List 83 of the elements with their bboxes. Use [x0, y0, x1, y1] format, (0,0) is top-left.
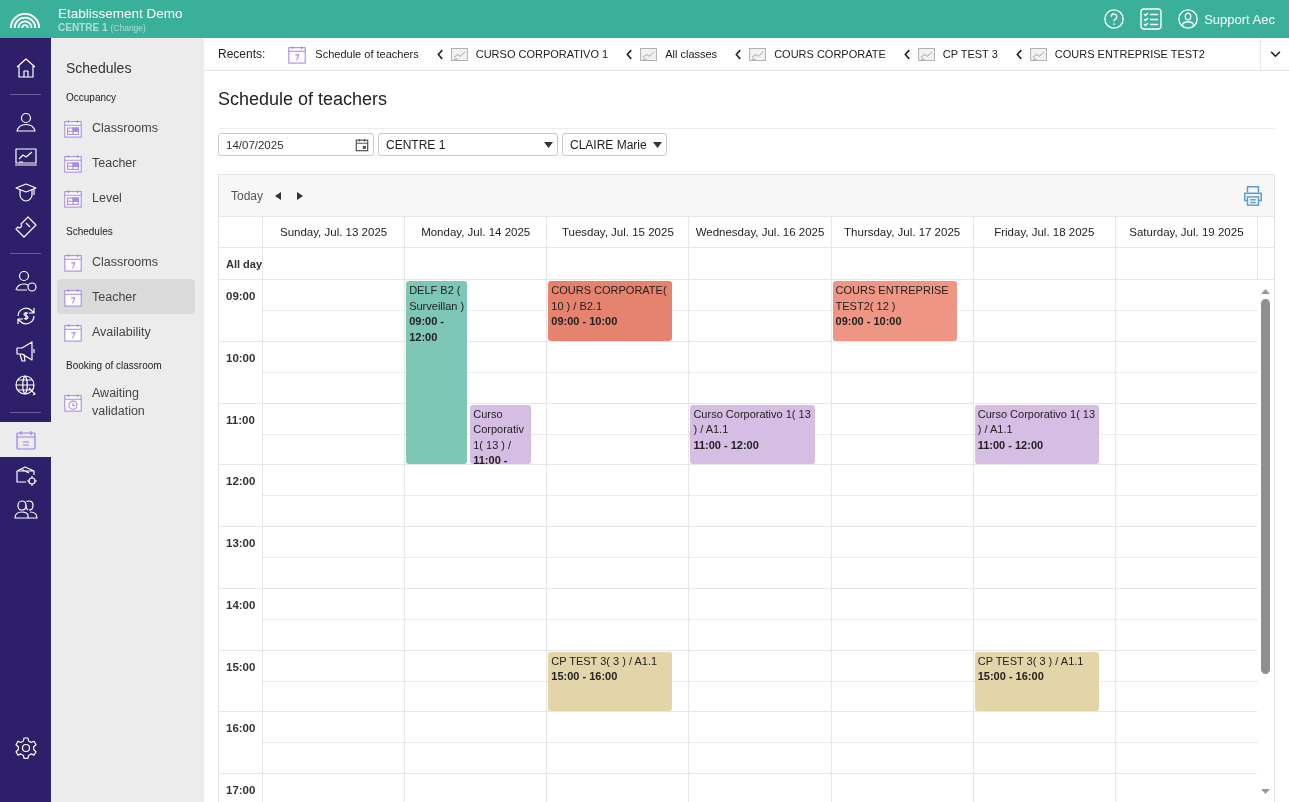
section-heading: Occupancy — [66, 91, 118, 105]
chevron-down-icon — [1269, 50, 1281, 58]
recent-link[interactable]: COURS ENTREPRISE TEST2 — [1029, 47, 1205, 61]
checklist-icon[interactable] — [1139, 7, 1164, 31]
user-icon — [1177, 8, 1200, 30]
calendar-event[interactable]: COURS CORPORATE( 10 ) / B2.1 09:00 - 10:00 — [548, 281, 673, 341]
help-icon[interactable] — [1103, 8, 1126, 30]
caret-icon — [652, 141, 662, 148]
calendar-icon — [355, 137, 369, 152]
chevron-left-icon[interactable] — [903, 48, 911, 60]
user-coin-icon — [13, 268, 38, 293]
day-header: Monday, Jul. 14 2025 — [404, 217, 547, 247]
section-heading: Schedules — [66, 225, 114, 239]
teacher-select[interactable]: CLAIRE Marie — [562, 133, 667, 156]
day-header: Tuesday, Jul. 15 2025 — [546, 217, 689, 247]
page-title: Schedule of teachers — [218, 88, 389, 110]
day-header: Saturday, Jul. 19 2025 — [1114, 217, 1257, 247]
chevron-left-icon[interactable] — [735, 48, 743, 60]
time-label: 13:00 — [226, 537, 256, 549]
calendar-event[interactable]: Curso Corporativo 1( 13 ) / A1.1 11:00 - 12:00 — [690, 404, 815, 465]
ticket-icon — [13, 214, 38, 239]
calendar-event[interactable]: COURS ENTREPRISE TEST2( 12 ) 09:00 - 10:00 — [832, 281, 957, 341]
section-heading: Booking of classroom — [66, 359, 163, 373]
time-label: 15:00 — [226, 660, 256, 673]
chevron-left-icon[interactable] — [1015, 48, 1023, 60]
menu-item[interactable]: Classrooms — [57, 244, 195, 279]
print-icon[interactable] — [1242, 184, 1264, 207]
globe-icon — [13, 373, 38, 398]
chevron-left-icon[interactable] — [436, 48, 444, 60]
menu-item[interactable]: Classrooms — [57, 110, 195, 145]
calendar-grid-icon — [63, 152, 83, 173]
day-header: Wednesday, Jul. 16 2025 — [688, 217, 831, 247]
next-icon[interactable] — [297, 191, 304, 200]
centre-name: CENTRE 1 — [58, 21, 108, 33]
calendar-grid-icon — [63, 117, 83, 138]
time-label: 17:00 — [226, 784, 256, 796]
time-label: 09:00 — [226, 290, 256, 302]
settings-icon — [13, 735, 38, 760]
recent-link[interactable]: CP TEST 3 — [917, 47, 998, 61]
chart-icon — [1029, 47, 1047, 61]
time-label: 16:00 — [226, 722, 256, 735]
calendar-icon — [63, 251, 83, 272]
chart-icon — [749, 47, 767, 61]
recent-link[interactable]: Schedule of teachers — [287, 44, 419, 64]
calendar-event[interactable]: DELF B2 ( Surveillan ) 09:00 - 12:00 — [406, 281, 468, 465]
menu-item[interactable]: Teacher — [57, 279, 195, 314]
day-header: Sunday, Jul. 13 2025 — [262, 217, 405, 247]
today-button[interactable]: Today — [231, 188, 264, 203]
recent-link[interactable]: COURS CORPORATE — [749, 47, 886, 61]
calendar-icon — [287, 44, 308, 64]
menu-item[interactable]: Teacher — [57, 145, 195, 180]
chart-icon — [917, 47, 935, 61]
recent-link[interactable]: All classes — [640, 47, 718, 61]
time-label: 11:00 — [226, 413, 255, 426]
panel-title: Schedules — [65, 59, 133, 77]
previous-icon[interactable] — [275, 191, 282, 200]
time-label: 14:00 — [226, 598, 256, 611]
calendar-icon — [63, 286, 83, 307]
users-icon — [13, 497, 38, 522]
calendar-icon — [63, 321, 83, 342]
app-title: Etablissement Demo — [58, 5, 183, 21]
chart-icon — [450, 47, 468, 61]
menu-item[interactable]: Level — [57, 180, 195, 215]
date-field[interactable]: 14/07/2025 — [218, 133, 374, 156]
recent-link[interactable]: CURSO CORPORATIVO 1 — [450, 47, 609, 61]
calendar-event[interactable]: CP TEST 3( 3 ) / A1.1 15:00 - 16:00 — [548, 651, 673, 712]
time-label: 10:00 — [226, 351, 256, 364]
calendar-grid-icon — [63, 187, 83, 208]
calendar-event[interactable]: Curso Corporativo 1( 13 ) / A1.1 11:00 - 12:00 — [974, 404, 1099, 465]
calendar-event[interactable]: CP TEST 3( 3 ) / A1.1 15:00 - 16:00 — [974, 651, 1099, 712]
menu-item[interactable]: Availability — [57, 314, 195, 349]
menu-item[interactable]: Awaiting validation — [57, 378, 195, 426]
caret-icon — [544, 141, 553, 148]
time-label: 12:00 — [226, 475, 256, 488]
calendar-event[interactable]: Curso Corporativ 1( 13 ) / 11:00 - — [470, 404, 532, 465]
recents-label: Recents: — [218, 47, 266, 61]
chart-icon — [640, 47, 658, 61]
centre-select[interactable]: CENTRE 1 — [378, 133, 558, 156]
day-header: Friday, Jul. 18 2025 — [972, 217, 1115, 247]
all-day-label: All day — [225, 256, 262, 272]
day-header: Thursday, Jul. 17 2025 — [830, 217, 973, 247]
calendar-clock-icon — [63, 392, 83, 412]
chevron-left-icon[interactable] — [626, 48, 634, 60]
